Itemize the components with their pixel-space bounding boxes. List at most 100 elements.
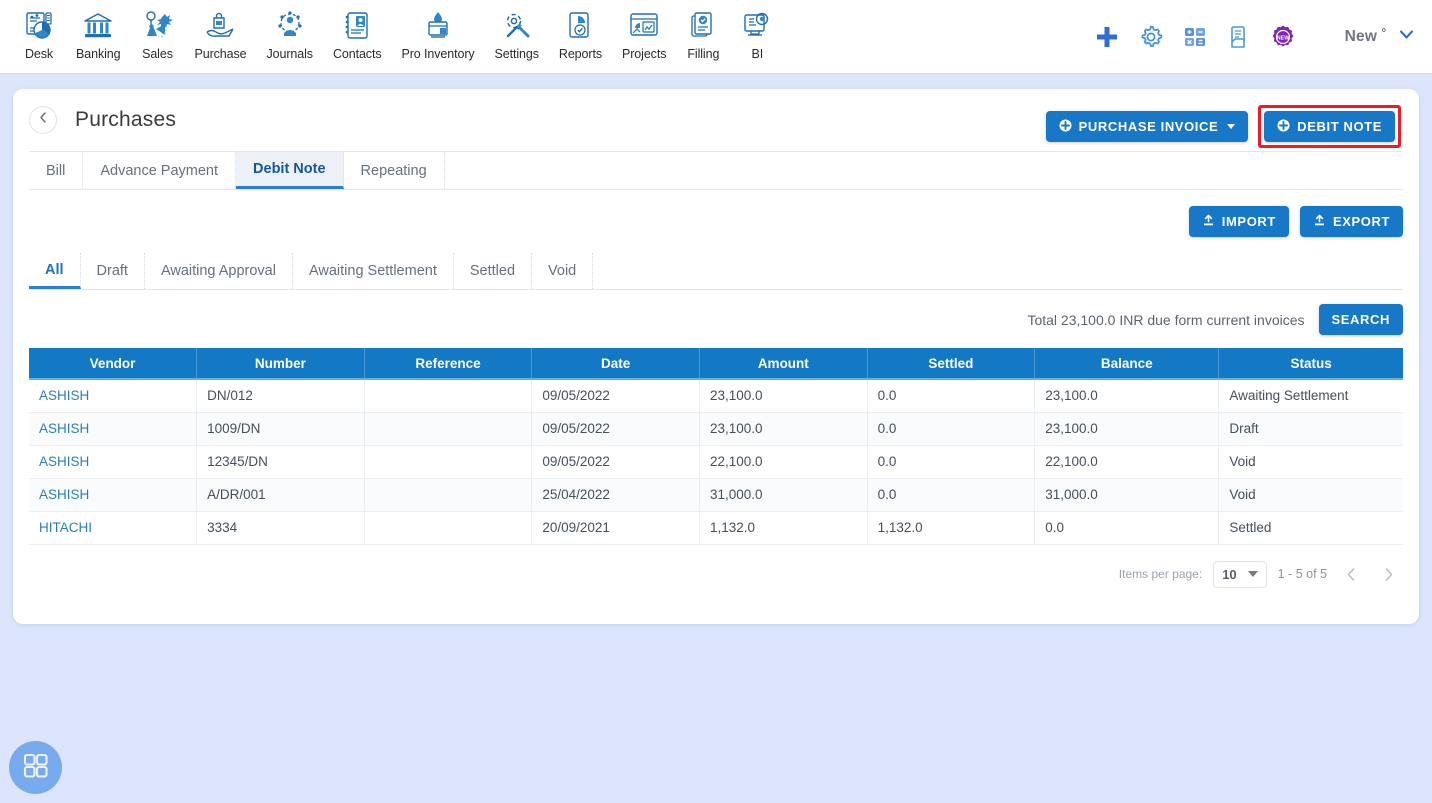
import-label: IMPORT xyxy=(1221,214,1276,229)
nav-item-label: Projects xyxy=(621,47,667,61)
status-tab-label: Draft xyxy=(96,263,128,279)
cell-balance: 22,100.0 xyxy=(1034,445,1220,479)
journals-icon xyxy=(273,6,307,46)
nav-item-projects[interactable]: Projects xyxy=(612,0,676,61)
apps-grid-fab[interactable] xyxy=(9,741,62,794)
table-head: Vendor Number Reference Date Amount Sett… xyxy=(29,348,1403,380)
account-menu[interactable]: New ˚ xyxy=(1345,25,1416,49)
status-tab-settled[interactable]: Settled xyxy=(454,253,533,289)
table-row[interactable]: ASHISH 1009/DN 09/05/2022 23,100.0 0.0 2… xyxy=(29,412,1403,446)
cell-vendor: ASHISH xyxy=(29,478,198,512)
plus-circle-icon xyxy=(1277,119,1290,135)
status-tab-awaiting-settlement[interactable]: Awaiting Settlement xyxy=(293,253,454,289)
projects-icon xyxy=(627,6,661,46)
vendor-link[interactable]: ASHISH xyxy=(39,487,89,502)
table-row[interactable]: ASHISH A/DR/001 25/04/2022 31,000.0 0.0 … xyxy=(29,478,1403,512)
new-badge-icon[interactable]: NEW xyxy=(1261,15,1305,59)
nav-item-label: Sales xyxy=(142,47,173,61)
items-per-page-label: Items per page: xyxy=(1118,567,1203,581)
cell-status: Draft xyxy=(1218,412,1403,446)
upload-icon xyxy=(1313,214,1326,230)
purchase-icon xyxy=(203,6,237,46)
cell-reference xyxy=(364,412,533,446)
column-header-date[interactable]: Date xyxy=(531,348,700,380)
vendor-link[interactable]: ASHISH xyxy=(39,454,89,469)
nav-item-purchase[interactable]: Purchase xyxy=(184,0,256,61)
previous-page-button[interactable] xyxy=(1338,561,1364,587)
cell-number: A/DR/001 xyxy=(196,478,365,512)
total-due-text: Total 23,100.0 INR due form current invo… xyxy=(1027,311,1305,328)
cell-vendor: HITACHI xyxy=(29,511,198,545)
cell-settled: 0.0 xyxy=(867,478,1036,512)
cell-status: Void xyxy=(1218,445,1403,479)
filling-icon xyxy=(686,6,720,46)
status-tab-label: Void xyxy=(548,263,577,279)
cell-number: 3334 xyxy=(196,511,365,545)
tab-repeating[interactable]: Repeating xyxy=(344,152,445,189)
nav-item-journals[interactable]: Journals xyxy=(257,0,323,61)
add-plus-icon[interactable] xyxy=(1085,15,1129,59)
tabs-spacer xyxy=(445,152,1403,189)
status-tab-draft[interactable]: Draft xyxy=(81,253,145,289)
nav-item-sales[interactable]: Sales xyxy=(130,0,184,61)
table-row[interactable]: ASHISH 12345/DN 09/05/2022 22,100.0 0.0 … xyxy=(29,445,1403,479)
vendor-link[interactable]: ASHISH xyxy=(39,388,89,403)
nav-item-label: Desk xyxy=(24,47,54,61)
cell-amount: 23,100.0 xyxy=(699,412,868,446)
cell-amount: 22,100.0 xyxy=(699,445,868,479)
column-header-balance[interactable]: Balance xyxy=(1034,348,1220,380)
nav-item-banking[interactable]: Banking xyxy=(66,0,130,61)
cell-date: 09/05/2022 xyxy=(531,412,700,446)
chevron-left-icon xyxy=(1347,567,1354,581)
column-header-reference[interactable]: Reference xyxy=(364,348,533,380)
status-tab-all[interactable]: All xyxy=(29,253,81,289)
status-tab-label: Awaiting Approval xyxy=(160,263,276,279)
items-per-page-select[interactable]: 10 xyxy=(1213,560,1267,588)
reports-icon xyxy=(563,6,597,46)
column-header-amount[interactable]: Amount xyxy=(699,348,868,380)
cell-amount: 31,000.0 xyxy=(699,478,868,512)
column-header-number[interactable]: Number xyxy=(196,348,365,380)
nav-item-settings[interactable]: Settings xyxy=(485,0,549,61)
nav-item-desk[interactable]: Desk xyxy=(12,0,66,61)
column-header-status[interactable]: Status xyxy=(1218,348,1403,380)
status-tab-void[interactable]: Void xyxy=(532,253,594,289)
column-header-vendor[interactable]: Vendor xyxy=(29,348,198,380)
cell-settled: 1,132.0 xyxy=(867,511,1036,545)
back-button[interactable] xyxy=(29,106,57,134)
settings-icon xyxy=(500,6,534,46)
nav-item-reports[interactable]: Reports xyxy=(549,0,612,61)
chevron-left-icon xyxy=(37,111,50,129)
tab-debit-note[interactable]: Debit Note xyxy=(236,152,344,189)
import-button[interactable]: IMPORT xyxy=(1188,206,1289,237)
search-button[interactable]: SEARCH xyxy=(1318,304,1403,335)
debit-note-button[interactable]: DEBIT NOTE xyxy=(1264,111,1395,142)
nav-item-label: Filling xyxy=(687,47,720,61)
calculator-icon[interactable] xyxy=(1173,15,1217,59)
chevron-right-icon xyxy=(1385,567,1392,581)
nav-item-label: Pro Inventory xyxy=(401,47,475,61)
status-tab-awaiting-approval[interactable]: Awaiting Approval xyxy=(145,253,293,289)
column-header-settled[interactable]: Settled xyxy=(867,348,1036,380)
document-copy-icon[interactable] xyxy=(1217,15,1261,59)
nav-item-bi[interactable]: BI xyxy=(730,0,784,61)
nav-item-pro-inventory[interactable]: Pro Inventory xyxy=(391,0,484,61)
nav-item-contacts[interactable]: Contacts xyxy=(323,0,392,61)
tab-bill[interactable]: Bill xyxy=(29,152,84,189)
top-navigation-bar: Desk Banking Sales Purchase Journals Con… xyxy=(0,0,1432,74)
debit-note-table: Vendor Number Reference Date Amount Sett… xyxy=(29,348,1403,545)
cell-number: 12345/DN xyxy=(196,445,365,479)
vendor-link[interactable]: ASHISH xyxy=(39,421,89,436)
vendor-link[interactable]: HITACHI xyxy=(39,520,92,535)
table-row[interactable]: ASHISH DN/012 09/05/2022 23,100.0 0.0 23… xyxy=(29,379,1403,413)
export-button[interactable]: EXPORT xyxy=(1299,206,1403,237)
paginator: Items per page: 10 1 - 5 of 5 xyxy=(13,545,1419,588)
nav-item-label: Purchase xyxy=(194,47,247,61)
next-page-button[interactable] xyxy=(1375,561,1401,587)
chevron-down-icon xyxy=(1397,25,1416,49)
table-row[interactable]: HITACHI 3334 20/09/2021 1,132.0 1,132.0 … xyxy=(29,511,1403,545)
nav-item-filling[interactable]: Filling xyxy=(676,0,730,61)
gear-icon[interactable] xyxy=(1129,15,1173,59)
tab-advance-payment[interactable]: Advance Payment xyxy=(83,152,237,189)
purchase-invoice-button[interactable]: PURCHASE INVOICE xyxy=(1045,111,1249,142)
